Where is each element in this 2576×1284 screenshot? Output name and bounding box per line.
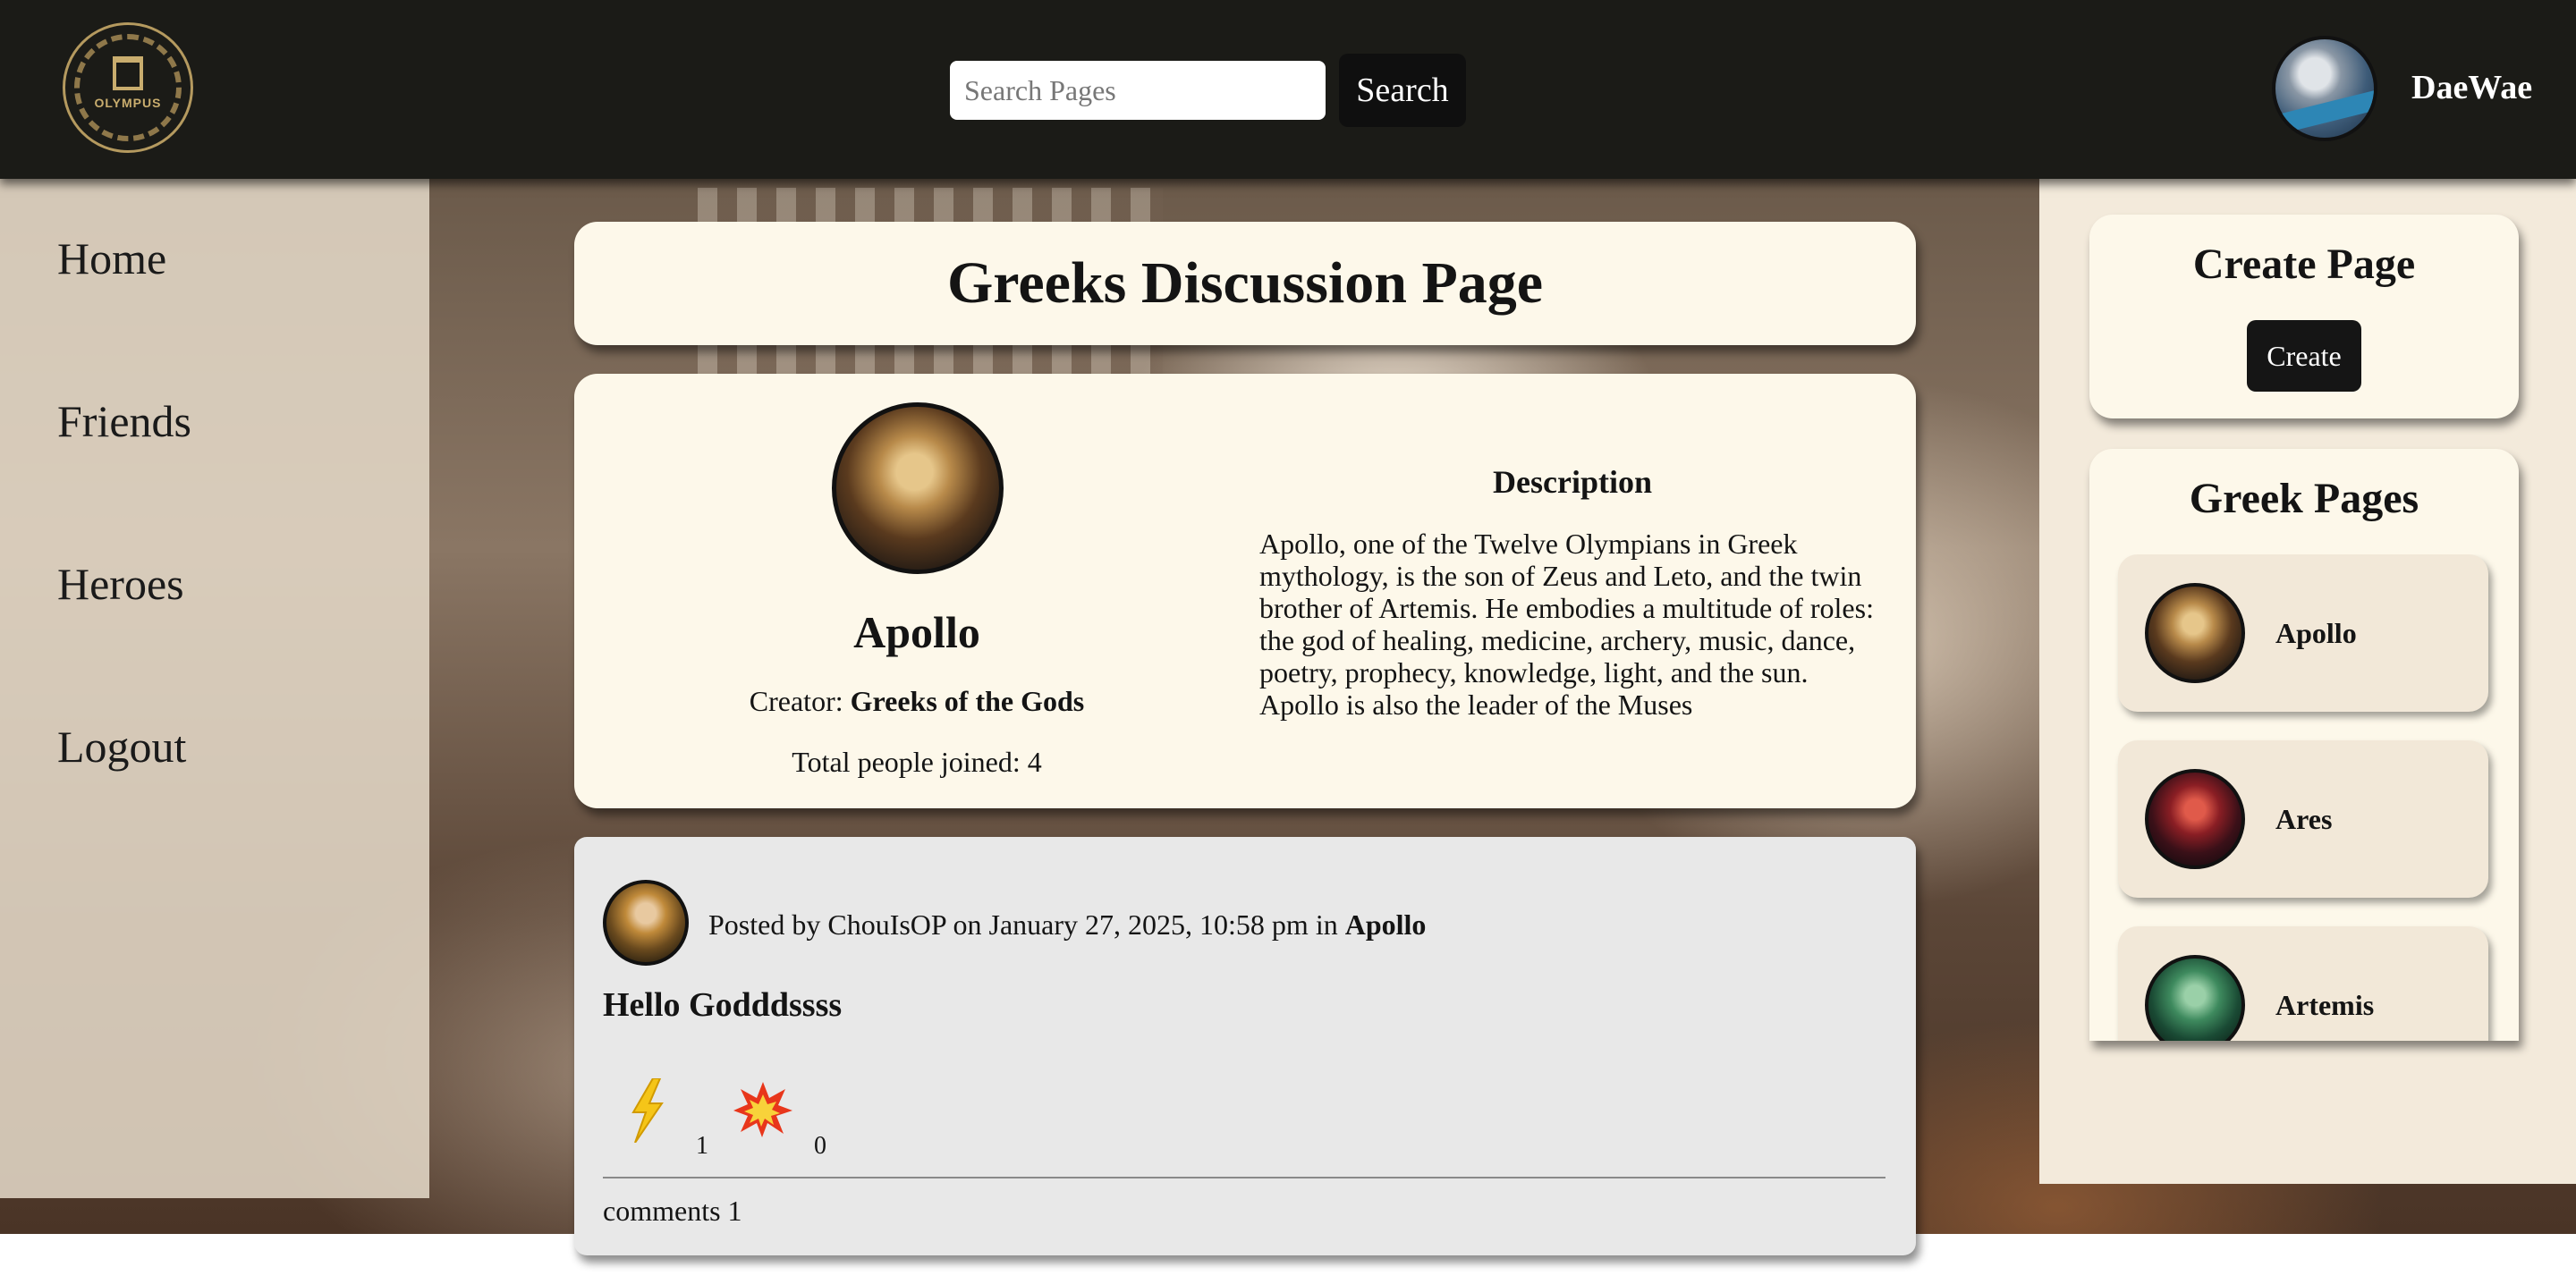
greek-pages-title: Greek Pages [2189, 475, 2419, 522]
page-title-card: Greeks Discussion Page [574, 222, 1916, 345]
post-divider [603, 1177, 1885, 1178]
god-avatar [832, 402, 1004, 574]
page-item-apollo[interactable]: Apollo [2118, 554, 2488, 712]
explosion-icon [733, 1082, 792, 1137]
apollo-avatar [2145, 583, 2245, 683]
nav-home[interactable]: Home [57, 232, 166, 284]
username[interactable]: DaeWae [2411, 68, 2532, 107]
nav-logout[interactable]: Logout [57, 721, 186, 773]
search-input[interactable] [950, 61, 1326, 120]
artemis-avatar [2145, 955, 2245, 1041]
explosion-reaction-button[interactable] [732, 1080, 794, 1139]
page-item-artemis[interactable]: Artemis [2118, 926, 2488, 1041]
description-heading: Description [1493, 464, 1652, 500]
ares-avatar [2145, 769, 2245, 869]
page-item-ares[interactable]: Ares [2118, 740, 2488, 898]
create-page-title: Create Page [2192, 241, 2416, 288]
lightning-count: 1 [696, 1132, 708, 1160]
description-text: Apollo, one of the Twelve Olympians in G… [1259, 528, 1874, 721]
comments-link[interactable]: comments 1 [603, 1195, 742, 1228]
top-navbar: OLYMPUS Search DaeWae [0, 0, 2576, 179]
creator-label: Creator: [749, 685, 851, 717]
post-page-link[interactable]: Apollo [1345, 908, 1427, 941]
post-meta-text: Posted by ChouIsOP on January 27, 2025, … [708, 908, 1345, 941]
nav-friends[interactable]: Friends [57, 395, 191, 447]
create-button[interactable]: Create [2247, 320, 2361, 392]
post-title: Hello Godddssss [603, 986, 843, 1024]
god-name: Apollo [853, 607, 980, 657]
joined-count: Total people joined: 4 [792, 746, 1042, 778]
olympus-logo[interactable]: OLYMPUS [63, 22, 193, 153]
creator-line: Creator: Greeks of the Gods [574, 685, 1259, 718]
page-item-name: Apollo [2275, 617, 2357, 649]
left-sidebar: Home Friends Heroes Logout [0, 179, 429, 1198]
user-avatar[interactable] [2272, 36, 2377, 141]
poster-avatar[interactable] [603, 880, 689, 966]
greek-pages-list: Apollo Ares Artemis [2089, 554, 2519, 1041]
search-button[interactable]: Search [1339, 54, 1466, 127]
post-card [574, 837, 1916, 1255]
post-meta: Posted by ChouIsOP on January 27, 2025, … [708, 908, 1426, 942]
page-item-name: Artemis [2275, 989, 2375, 1021]
page-title: Greeks Discussion Page [946, 250, 1544, 316]
page-item-name: Ares [2275, 803, 2333, 835]
creator-name[interactable]: Greeks of the Gods [851, 685, 1085, 717]
explosion-count: 0 [814, 1132, 826, 1160]
lightning-icon [631, 1078, 664, 1143]
nav-heroes[interactable]: Heroes [57, 558, 184, 610]
lightning-reaction-button[interactable] [626, 1078, 669, 1143]
